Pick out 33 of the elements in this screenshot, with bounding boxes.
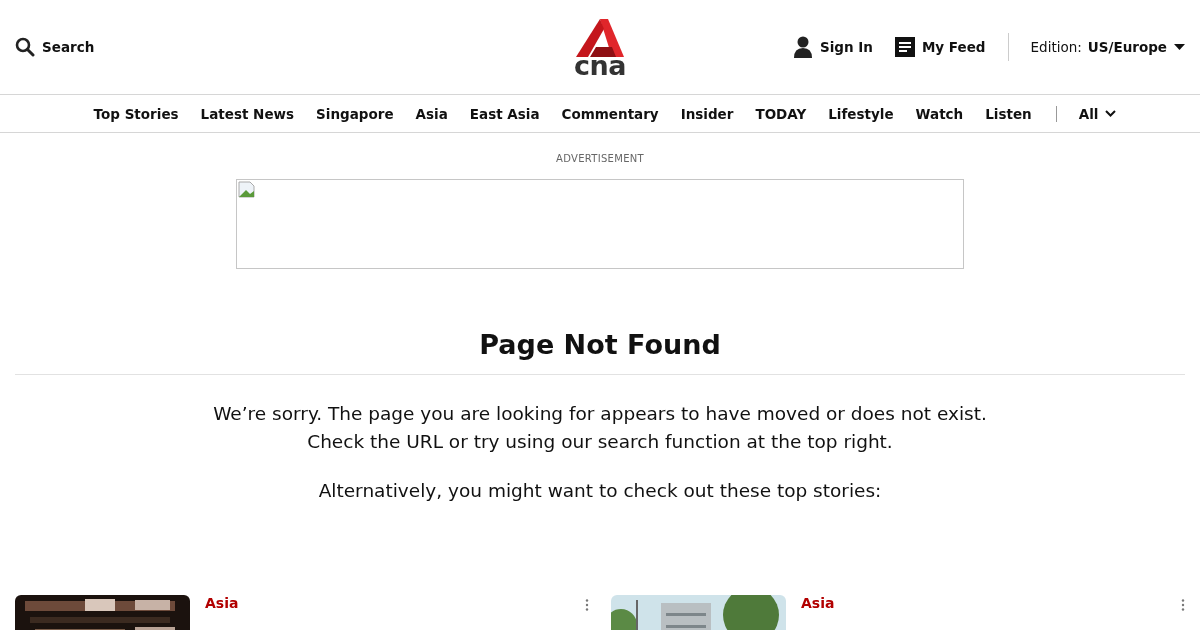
search-icon (15, 37, 35, 57)
chevron-icon (1105, 110, 1117, 117)
more-options-icon[interactable] (1181, 599, 1185, 611)
document-icon (894, 37, 915, 57)
sign-in-button[interactable]: Sign In (792, 36, 873, 58)
nav-link[interactable]: Commentary (561, 105, 659, 122)
nav-link[interactable]: Top Stories (93, 105, 179, 122)
story-category[interactable]: Asia (801, 595, 1166, 611)
broken-image-icon (238, 181, 256, 199)
page-title: Page Not Found (479, 329, 721, 360)
nav-link[interactable]: Watch (915, 105, 964, 122)
nav-link[interactable]: Listen (985, 105, 1032, 122)
advertisement-label: ADVERTISEMENT (556, 153, 644, 164)
all-menu-button[interactable]: All (1078, 105, 1117, 122)
nav-link[interactable]: East Asia (469, 105, 540, 122)
error-message: Check the URL or try using our search function at the top right. (306, 430, 894, 454)
error-message: We’re sorry. The page you are looking for appears to have moved or does not exist. (213, 402, 987, 426)
search-button[interactable]: Search (15, 37, 95, 57)
edition-dropdown[interactable]: US/Europe (1087, 39, 1185, 55)
my-feed-button[interactable]: My Feed (894, 37, 986, 57)
nav-link[interactable]: Asia (415, 105, 448, 122)
suggestion-text: Alternatively, you might want to check out these top stories: (318, 480, 882, 501)
edition-label: Edition: (1030, 39, 1082, 55)
nav-link[interactable]: TODAY (755, 105, 807, 122)
story-category[interactable]: Asia (205, 595, 570, 611)
site-logo[interactable]: cna (574, 19, 626, 77)
more-options-icon[interactable] (585, 599, 589, 611)
nav-link[interactable]: Latest News (200, 105, 295, 122)
nav-link[interactable]: Lifestyle (828, 105, 894, 122)
caret-icon (1174, 44, 1185, 50)
nav-link[interactable]: Insider (680, 105, 734, 122)
person-icon (792, 36, 813, 58)
nav-link[interactable]: Singapore (316, 105, 394, 122)
